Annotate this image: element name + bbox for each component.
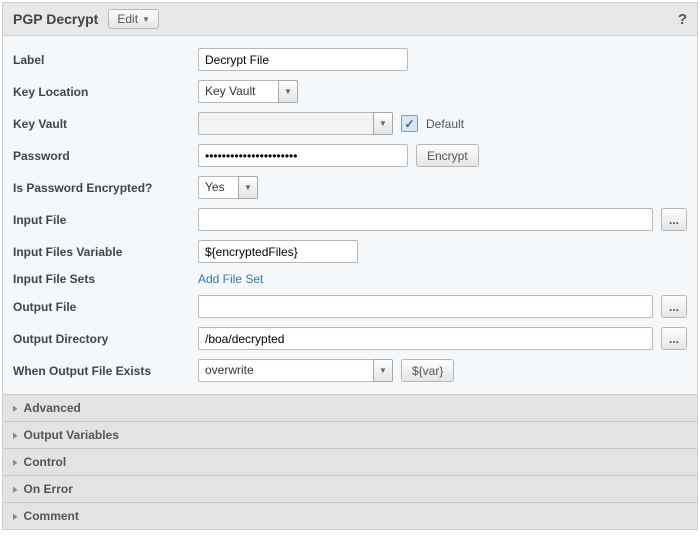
chevron-down-icon[interactable]: ▼	[238, 176, 258, 199]
key-vault-value	[198, 112, 373, 135]
key-location-select[interactable]: Key Vault ▼	[198, 80, 298, 103]
row-input-file: Input File ...	[13, 208, 687, 231]
output-file-input[interactable]	[198, 295, 653, 318]
when-exists-select[interactable]: overwrite ▼	[198, 359, 393, 382]
chevron-down-icon[interactable]: ▼	[373, 359, 393, 382]
row-label: Label	[13, 48, 687, 71]
row-is-password-encrypted: Is Password Encrypted? Yes ▼	[13, 176, 687, 199]
row-input-file-sets: Input File Sets Add File Set	[13, 272, 687, 286]
panel-title: PGP Decrypt	[13, 11, 98, 27]
input-file-input[interactable]	[198, 208, 653, 231]
label-label: Label	[13, 53, 198, 67]
accordion-label: Control	[24, 455, 67, 469]
accordion-on-error[interactable]: ▸ On Error	[3, 475, 697, 502]
label-isenc: Is Password Encrypted?	[13, 181, 198, 195]
is-password-encrypted-value: Yes	[198, 176, 238, 199]
row-password: Password Encrypt	[13, 144, 687, 167]
form-body: Label Key Location Key Vault ▼ Key Vault…	[3, 36, 697, 394]
chevron-down-icon[interactable]: ▼	[373, 112, 393, 135]
chevron-right-icon: ▸	[13, 400, 18, 415]
row-input-files-variable: Input Files Variable	[13, 240, 687, 263]
output-directory-input[interactable]	[198, 327, 653, 350]
input-files-variable-input[interactable]	[198, 240, 358, 263]
encrypt-button[interactable]: Encrypt	[416, 144, 479, 167]
row-output-directory: Output Directory ...	[13, 327, 687, 350]
add-file-set-link[interactable]: Add File Set	[198, 272, 263, 286]
input-file-browse-button[interactable]: ...	[661, 208, 687, 231]
accordion-label: Output Variables	[24, 428, 119, 442]
panel-header: PGP Decrypt Edit ▼ ?	[3, 3, 697, 36]
chevron-right-icon: ▸	[13, 481, 18, 496]
when-exists-value: overwrite	[198, 359, 373, 382]
accordion-comment[interactable]: ▸ Comment	[3, 502, 697, 529]
row-output-file: Output File ...	[13, 295, 687, 318]
accordion-advanced[interactable]: ▸ Advanced	[3, 394, 697, 421]
chevron-down-icon: ▼	[142, 15, 150, 24]
help-icon[interactable]: ?	[678, 11, 687, 28]
label-input-files-variable: Input Files Variable	[13, 245, 198, 259]
chevron-right-icon: ▸	[13, 454, 18, 469]
output-directory-browse-button[interactable]: ...	[661, 327, 687, 350]
label-output-directory: Output Directory	[13, 332, 198, 346]
accordion-control[interactable]: ▸ Control	[3, 448, 697, 475]
edit-button-label: Edit	[117, 12, 138, 26]
label-input-file: Input File	[13, 213, 198, 227]
accordion-label: Advanced	[24, 401, 81, 415]
label-input[interactable]	[198, 48, 408, 71]
chevron-right-icon: ▸	[13, 508, 18, 523]
accordion-label: Comment	[24, 509, 79, 523]
row-when-output-file-exists: When Output File Exists overwrite ▼ ${va…	[13, 359, 687, 382]
key-location-value: Key Vault	[198, 80, 278, 103]
row-key-location: Key Location Key Vault ▼	[13, 80, 687, 103]
password-input[interactable]	[198, 144, 408, 167]
is-password-encrypted-select[interactable]: Yes ▼	[198, 176, 258, 199]
row-key-vault: Key Vault ▼ ✓ Default	[13, 112, 687, 135]
label-key-vault: Key Vault	[13, 117, 198, 131]
output-file-browse-button[interactable]: ...	[661, 295, 687, 318]
var-button[interactable]: ${var}	[401, 359, 454, 382]
label-when-exists: When Output File Exists	[13, 364, 198, 378]
label-password: Password	[13, 149, 198, 163]
label-output-file: Output File	[13, 300, 198, 314]
chevron-down-icon[interactable]: ▼	[278, 80, 298, 103]
label-key-location: Key Location	[13, 85, 198, 99]
accordion-output-variables[interactable]: ▸ Output Variables	[3, 421, 697, 448]
default-checkbox[interactable]: ✓	[401, 115, 418, 132]
accordion-label: On Error	[24, 482, 73, 496]
edit-button[interactable]: Edit ▼	[108, 9, 159, 29]
chevron-right-icon: ▸	[13, 427, 18, 442]
label-input-file-sets: Input File Sets	[13, 272, 198, 286]
pgp-decrypt-panel: PGP Decrypt Edit ▼ ? Label Key Location …	[2, 2, 698, 530]
key-vault-select[interactable]: ▼	[198, 112, 393, 135]
default-label: Default	[426, 117, 464, 131]
